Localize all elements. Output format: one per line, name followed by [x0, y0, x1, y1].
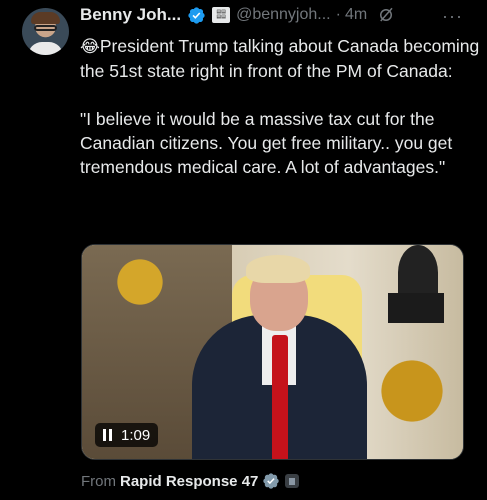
video-duration-badge[interactable]: 1:09: [95, 423, 159, 447]
verified-badge-icon[interactable]: [187, 6, 206, 25]
video-frame-hair: [246, 255, 310, 283]
post-text-line1: 😂President Trump talking about Canada be…: [80, 34, 480, 83]
post-text-intro: President Trump talking about Canada bec…: [80, 36, 480, 81]
emoji-laughing-icon: 😂: [80, 37, 100, 56]
pause-icon[interactable]: [103, 429, 112, 441]
author-name[interactable]: Benny Joh...: [80, 5, 181, 25]
post-timestamp[interactable]: 4m: [345, 6, 367, 24]
affiliate-badge-icon[interactable]: ▤▤ ▤▤: [212, 7, 231, 23]
author-avatar[interactable]: [22, 8, 69, 55]
separator-dot: ·: [335, 6, 341, 23]
post-header: Benny Joh... ▤▤ ▤▤ @bennyjoh... · 4m: [80, 4, 395, 26]
avatar-hair: [31, 12, 60, 24]
avatar-shirt: [28, 42, 63, 55]
avatar-glasses: [34, 25, 57, 31]
video-frame-plinth: [388, 293, 444, 323]
post-text: 😂President Trump talking about Canada be…: [80, 34, 480, 179]
video-source: From Rapid Response 47: [81, 472, 300, 490]
source-name[interactable]: Rapid Response 47: [120, 473, 258, 490]
government-badge-icon: [285, 474, 300, 488]
video-frame-tie: [272, 335, 288, 459]
video-frame-gold-ornament: [90, 257, 190, 307]
more-icon[interactable]: ···: [442, 6, 463, 27]
video-duration: 1:09: [121, 426, 151, 444]
grok-icon[interactable]: [377, 6, 395, 24]
post-text-quote: "I believe it would be a massive tax cut…: [80, 109, 453, 177]
video-frame-bust: [398, 245, 438, 300]
author-handle[interactable]: @bennyjoh...: [236, 6, 331, 24]
source-verified-badge-icon: [262, 472, 280, 490]
source-label: From: [81, 472, 116, 490]
video-frame-gold-eagle: [372, 355, 452, 445]
